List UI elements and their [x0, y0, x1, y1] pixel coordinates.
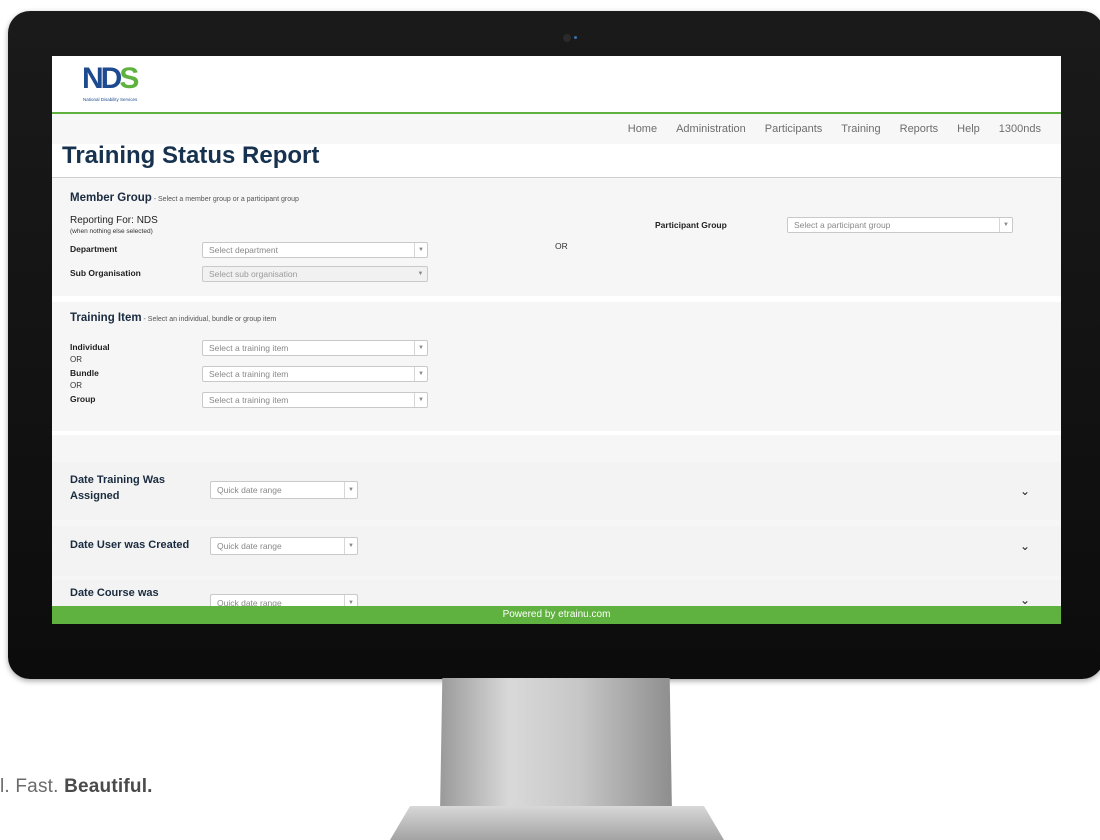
date-created-row[interactable]: Date User was Created Quick date range ▼…: [52, 526, 1061, 576]
sub-org-label: Sub Organisation: [70, 268, 141, 278]
date-assigned-label: Date Training Was Assigned: [70, 474, 165, 502]
footer-bar: Powered by etrainu.com: [52, 606, 1061, 624]
department-label: Department: [70, 244, 118, 254]
camera-led: [574, 36, 577, 39]
participant-group-select[interactable]: Select a participant group ▼: [787, 217, 1013, 233]
training-item-section: Training Item - Select an individual, bu…: [52, 302, 1061, 435]
monitor-stand: [440, 678, 672, 814]
individual-label: Individual: [70, 342, 110, 352]
main-nav: Home Administration Participants Trainin…: [52, 114, 1061, 144]
individual-select[interactable]: Select a training item ▼: [202, 340, 428, 356]
logo-mark: NDS: [82, 62, 139, 95]
logo-subtitle: National Disability Services: [83, 97, 138, 102]
nav-administration[interactable]: Administration: [676, 123, 746, 135]
monitor-base: [390, 806, 724, 840]
app-screen: NDS National Disability Services Home Ad…: [52, 56, 1061, 624]
chevron-down-icon: ▼: [414, 393, 427, 407]
tagline-prefix: l. Fast.: [0, 776, 65, 797]
sub-org-select[interactable]: Select sub organisation ▼: [202, 266, 428, 282]
tagline: l. Fast. Beautiful.: [0, 776, 153, 798]
app-header: NDS National Disability Services: [52, 56, 1061, 114]
group-label: Group: [70, 394, 96, 404]
nav-home[interactable]: Home: [628, 123, 657, 135]
chevron-down-icon: ▼: [344, 482, 357, 498]
expand-chevron-icon[interactable]: ⌄: [1019, 485, 1031, 497]
or-divider: OR: [70, 355, 82, 364]
nav-phone[interactable]: 1300nds: [999, 123, 1041, 135]
bundle-select[interactable]: Select a training item ▼: [202, 366, 428, 382]
chevron-down-icon: ▼: [417, 271, 424, 277]
nds-logo[interactable]: NDS National Disability Services: [82, 64, 172, 104]
chevron-down-icon: ▼: [999, 218, 1012, 232]
footer-text[interactable]: Powered by etrainu.com: [503, 609, 611, 620]
reporting-note: (when nothing else selected): [70, 228, 153, 235]
chevron-down-icon: ▼: [414, 243, 427, 257]
group-select[interactable]: Select a training item ▼: [202, 392, 428, 408]
expand-chevron-icon[interactable]: ⌄: [1019, 594, 1031, 606]
department-select[interactable]: Select department ▼: [202, 242, 428, 258]
nav-training[interactable]: Training: [841, 123, 880, 135]
nav-participants[interactable]: Participants: [765, 123, 822, 135]
nav-reports[interactable]: Reports: [900, 123, 939, 135]
date-assigned-select[interactable]: Quick date range ▼: [210, 481, 358, 499]
chevron-down-icon: ▼: [344, 538, 357, 554]
date-created-select[interactable]: Quick date range ▼: [210, 537, 358, 555]
date-created-label: Date User was Created: [70, 539, 190, 551]
tagline-bold: Beautiful.: [64, 776, 153, 797]
training-item-heading: Training Item - Select an individual, bu…: [70, 312, 277, 324]
or-divider: OR: [70, 381, 82, 390]
participant-group-label: Participant Group: [655, 220, 727, 230]
member-group-section: Member Group - Select a member group or …: [52, 178, 1061, 302]
chevron-down-icon: ▼: [414, 341, 427, 355]
date-course-label: Date Course was: [70, 587, 159, 599]
date-assigned-row[interactable]: Date Training Was Assigned Quick date ra…: [52, 462, 1061, 520]
nav-help[interactable]: Help: [957, 123, 980, 135]
reporting-for: Reporting For: NDS: [70, 215, 158, 226]
page-title: Training Status Report: [62, 142, 320, 169]
bundle-label: Bundle: [70, 368, 99, 378]
marketing-image: l. Fast. Beautiful. NDS National Disabil…: [0, 0, 1100, 840]
camera-icon: [563, 34, 571, 42]
expand-chevron-icon[interactable]: ⌄: [1019, 540, 1031, 552]
or-divider: OR: [555, 241, 568, 251]
member-group-heading: Member Group - Select a member group or …: [70, 192, 299, 204]
chevron-down-icon: ▼: [414, 367, 427, 381]
title-bar: Training Status Report: [52, 144, 1061, 178]
